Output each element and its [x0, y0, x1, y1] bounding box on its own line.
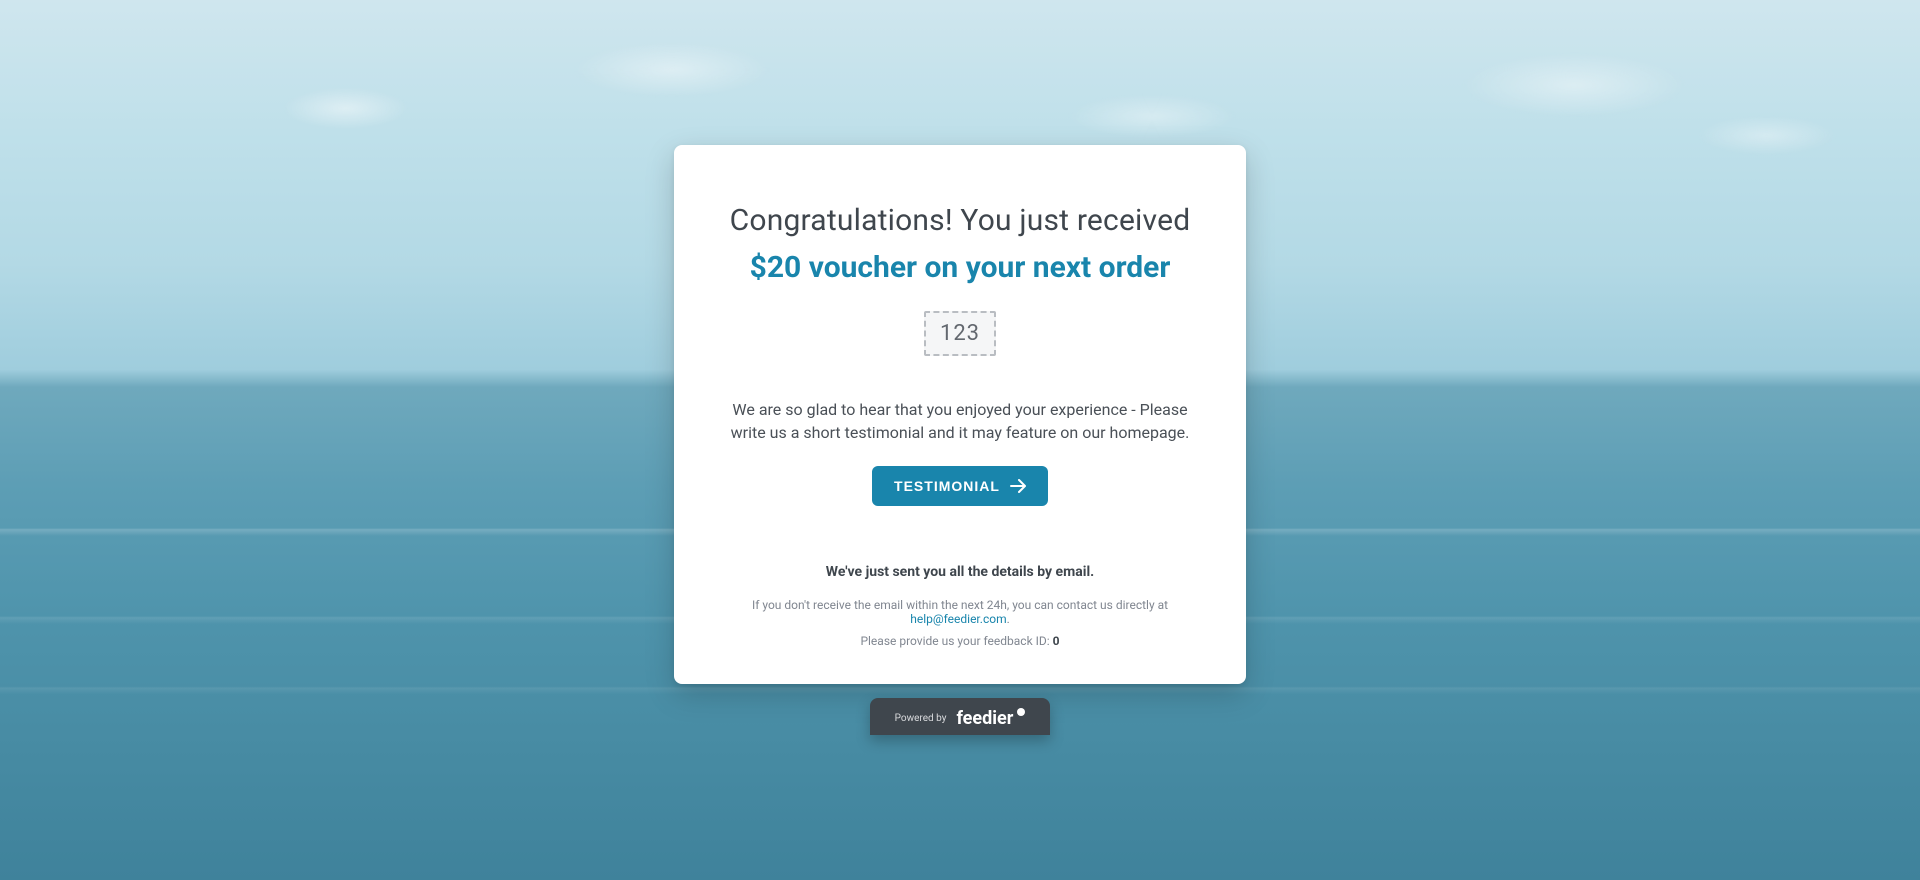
help-suffix: . — [1007, 612, 1010, 626]
email-sent-note: We've just sent you all the details by e… — [716, 564, 1204, 580]
help-email-link[interactable]: help@feedier.com — [910, 612, 1006, 626]
brand-dot-icon — [1017, 708, 1025, 716]
brand-name: feedier — [956, 708, 1013, 729]
voucher-code[interactable]: 123 — [924, 311, 996, 356]
reward-card: Congratulations! You just received $20 v… — [674, 145, 1246, 684]
feedback-id-line: Please provide us your feedback ID: 0 — [716, 634, 1204, 648]
testimonial-button[interactable]: TESTIMONIAL — [872, 466, 1048, 506]
powered-by-badge[interactable]: Powered by feedier — [870, 698, 1050, 735]
arrow-right-icon — [1010, 479, 1026, 493]
page-center: Congratulations! You just received $20 v… — [0, 0, 1920, 880]
help-line: If you don't receive the email within th… — [716, 598, 1204, 626]
feedback-id-value: 0 — [1053, 634, 1060, 648]
testimonial-blurb: We are so glad to hear that you enjoyed … — [716, 398, 1204, 444]
feedback-id-prefix: Please provide us your feedback ID: — [860, 634, 1052, 648]
powered-by-label: Powered by — [895, 713, 947, 724]
brand-logo: feedier — [956, 708, 1025, 729]
testimonial-button-label: TESTIMONIAL — [894, 478, 1000, 494]
heading-congrats: Congratulations! You just received — [716, 203, 1204, 238]
help-prefix: If you don't receive the email within th… — [752, 598, 1168, 612]
heading-reward: $20 voucher on your next order — [716, 250, 1204, 285]
